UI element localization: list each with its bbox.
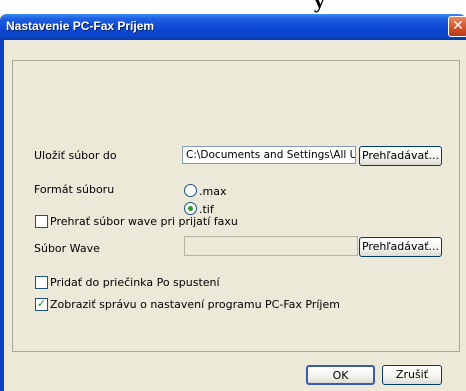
wave-file-field[interactable]	[184, 236, 358, 256]
show-message-checkbox[interactable]: ✓	[35, 298, 48, 311]
wave-file-label: Súbor Wave	[34, 242, 100, 255]
title-bar[interactable]: Nastavenie PC-Fax Príjem ✕	[0, 14, 466, 40]
play-wave-label: Prehrať súbor wave pri prijatí faxu	[50, 215, 238, 228]
file-format-label: Formát súboru	[34, 183, 115, 196]
radio-selected-dot	[188, 206, 193, 211]
ok-button[interactable]: OK	[306, 365, 375, 385]
add-startup-label: Pridať do priečinka Po spustení	[50, 276, 220, 289]
cancel-button[interactable]: Zrušiť	[382, 365, 442, 385]
add-startup-checkbox[interactable]	[35, 276, 48, 289]
dialog-client-area: Uložiť súbor do C:\Documents and Setting…	[4, 40, 466, 391]
show-message-label: Zobraziť správu o nastavení programu PC-…	[50, 298, 340, 311]
close-icon: ✕	[452, 18, 464, 34]
dialog-window: Nastavenie PC-Fax Príjem ✕ Uložiť súbor …	[0, 14, 466, 391]
window-title: Nastavenie PC-Fax Príjem	[6, 19, 155, 33]
checkmark-icon: ✓	[36, 297, 47, 310]
save-path-field[interactable]: C:\Documents and Settings\All Use	[182, 146, 356, 164]
background-text-fragment: у	[314, 0, 325, 13]
format-tif-radio[interactable]	[184, 202, 197, 215]
wave-browse-button[interactable]: Prehľadávať...	[359, 237, 442, 257]
format-max-radio[interactable]	[184, 184, 197, 197]
close-button[interactable]: ✕	[448, 16, 466, 37]
save-browse-button[interactable]: Prehľadávať...	[359, 146, 442, 166]
save-location-label: Uložiť súbor do	[34, 149, 117, 162]
format-max-label: .max	[199, 185, 227, 198]
play-wave-checkbox[interactable]	[35, 215, 48, 228]
